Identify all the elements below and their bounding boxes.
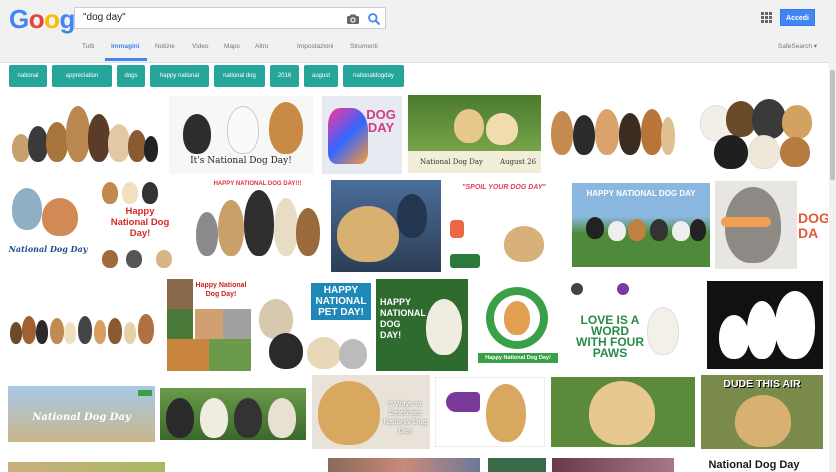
image-caption: DOG DA: [798, 210, 828, 241]
image-caption: Happy National Dog Day!: [110, 206, 170, 239]
top-bar: Google "dog day" Accedi Tutti Immagini N…: [0, 0, 836, 63]
image-caption-date: August 26: [499, 158, 537, 166]
image-caption: HAPPY NATIONAL DOG DAY: [586, 189, 696, 198]
image-caption: 5 Ways to Celebrate National Dog Day: [383, 399, 427, 435]
image-result[interactable]: [8, 302, 160, 348]
image-result[interactable]: National Dog Day: [684, 458, 824, 472]
chip-2016[interactable]: 2016: [270, 65, 299, 87]
chip-happy-national[interactable]: happy national: [150, 65, 209, 87]
search-input[interactable]: "dog day": [83, 12, 126, 23]
image-result[interactable]: LOVE IS A WORD WITH FOUR PAWS: [565, 279, 701, 371]
image-result[interactable]: It's National Dog Day!: [169, 96, 313, 174]
image-result[interactable]: [8, 96, 160, 170]
image-result[interactable]: Happy National Dog Day!: [476, 279, 560, 371]
image-result[interactable]: National Dog Day: [8, 182, 90, 270]
image-result[interactable]: [488, 458, 546, 472]
image-result[interactable]: 5 Ways to Celebrate National Dog Day: [312, 375, 430, 449]
image-result[interactable]: HAPPY NATIONAL DOG DAY!!!: [190, 180, 325, 272]
image-result[interactable]: [435, 377, 545, 447]
image-caption: National Dog Day: [708, 459, 800, 471]
image-caption: "SPOIL YOUR DOG DAY": [462, 184, 546, 191]
image-caption: HAPPY NATIONAL DOG DAY!!!: [213, 181, 302, 187]
camera-icon[interactable]: [346, 12, 360, 26]
image-caption: DUDE THIS AIR: [723, 378, 801, 390]
tab-tutti[interactable]: Tutti: [82, 42, 94, 52]
logo-letter: o: [44, 4, 60, 34]
image-result[interactable]: Happy National Dog Day!: [167, 279, 251, 371]
image-caption: Happy National Dog Day!: [478, 353, 558, 363]
image-result[interactable]: [547, 95, 677, 171]
chip-appreciation[interactable]: appreciation: [52, 65, 112, 87]
search-tabs: Tutti Immagini Notizie Video Maps Altro …: [0, 42, 836, 62]
chip-national-dog[interactable]: national dog: [214, 65, 265, 87]
safesearch-menu[interactable]: SafeSearch ▾: [778, 42, 817, 50]
image-caption: Happy National Dog Day!: [195, 282, 247, 298]
tab-video[interactable]: Video: [192, 42, 209, 52]
image-caption: LOVE IS A WORD WITH FOUR PAWS: [576, 313, 644, 360]
chip-nationaldogday[interactable]: nationaldogday: [343, 65, 404, 87]
chip-august[interactable]: august: [304, 65, 338, 87]
image-result[interactable]: [690, 95, 828, 171]
search-icon[interactable]: [367, 12, 381, 26]
logo-letter: G: [9, 4, 29, 34]
tab-notizie[interactable]: Notizie: [155, 42, 175, 52]
image-result[interactable]: [552, 458, 674, 472]
image-result[interactable]: [328, 458, 480, 472]
image-result[interactable]: DUDE THIS AIR: [701, 375, 823, 449]
image-caption: HAPPY NATIONAL PET DAY!: [311, 283, 371, 320]
image-result[interactable]: [160, 388, 306, 440]
sign-in-button[interactable]: Accedi: [780, 9, 815, 26]
image-result[interactable]: HAPPY NATIONAL PET DAY!: [255, 279, 371, 371]
image-result[interactable]: [8, 462, 165, 472]
image-result[interactable]: DOG DA: [798, 181, 828, 269]
tab-altro[interactable]: Altro: [255, 42, 268, 52]
image-result[interactable]: Happy National Dog Day!: [96, 180, 184, 270]
scrollbar-thumb[interactable]: [830, 70, 835, 180]
image-result[interactable]: DOG DAY: [322, 96, 402, 174]
image-result[interactable]: HAPPY NATIONAL DOG DAY: [572, 183, 710, 267]
image-result[interactable]: National Dog Day: [8, 386, 155, 442]
image-result[interactable]: [715, 181, 797, 269]
image-caption: It's National Dog Day!: [190, 156, 292, 166]
tab-maps[interactable]: Maps: [224, 42, 240, 52]
image-result[interactable]: [331, 180, 441, 272]
logo-letter: o: [28, 4, 45, 34]
image-result[interactable]: "SPOIL YOUR DOG DAY": [446, 180, 562, 272]
active-tab-indicator: [105, 58, 147, 61]
tab-immagini[interactable]: Immagini: [111, 42, 140, 52]
tab-strumenti[interactable]: Strumenti: [350, 42, 378, 52]
image-result[interactable]: National Dog Day August 26: [408, 95, 541, 173]
image-caption: National Dog Day: [8, 244, 88, 254]
tab-impostazioni[interactable]: Impostazioni: [297, 42, 334, 52]
image-caption: National Dog Day: [32, 412, 131, 423]
image-caption: DOG DAY: [366, 107, 396, 135]
image-result[interactable]: HAPPY NATIONAL DOG DAY!: [376, 279, 468, 371]
apps-grid-icon[interactable]: [761, 12, 772, 23]
logo-letter: g: [59, 4, 76, 34]
image-caption: HAPPY NATIONAL DOG DAY!: [380, 297, 426, 340]
image-result[interactable]: [551, 377, 695, 447]
chip-dogs[interactable]: dogs: [117, 65, 145, 87]
chip-national[interactable]: national: [9, 65, 47, 87]
search-box[interactable]: "dog day": [74, 7, 386, 29]
image-result[interactable]: [707, 281, 823, 369]
